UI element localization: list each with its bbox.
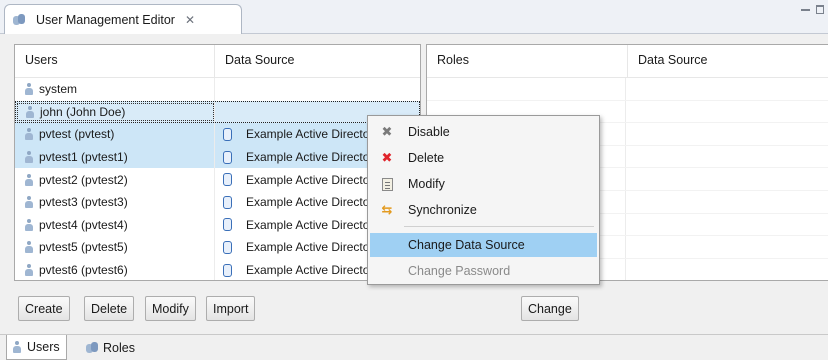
users-table-body: system john (John Doe) pvtest (pvtest) Exam…	[15, 78, 420, 280]
menu-item-label: Disable	[408, 125, 450, 139]
user-icon	[25, 128, 33, 141]
user-name: pvtest5 (pvtest5)	[39, 240, 128, 255]
editor-tab-title: User Management Editor	[36, 13, 175, 27]
modify-button[interactable]: Modify	[145, 296, 196, 321]
users-table[interactable]: Users Data Source system john (John Doe) p…	[14, 44, 421, 281]
user-name: pvtest4 (pvtest4)	[39, 217, 128, 232]
bottom-tab-bar: Users Roles	[0, 334, 828, 360]
user-name: pvtest (pvtest)	[39, 127, 115, 142]
database-icon	[223, 218, 232, 232]
user-name: pvtest1 (pvtest1)	[39, 150, 128, 165]
database-icon	[223, 173, 232, 187]
modify-icon	[381, 177, 393, 191]
table-row[interactable]: system	[15, 78, 420, 101]
context-menu: ✖ Disable ✖ Delete Modify ⇆ Synchronize …	[367, 115, 600, 285]
editor-tab-user-management[interactable]: User Management Editor ✕	[4, 4, 242, 35]
menu-item-label: Synchronize	[408, 203, 477, 217]
database-icon	[223, 195, 232, 209]
synchronize-icon: ⇆	[381, 202, 393, 217]
user-icon	[25, 83, 33, 96]
user-name: pvtest6 (pvtest6)	[39, 263, 128, 278]
menu-item-label: Modify	[408, 177, 445, 191]
tab-users-label: Users	[27, 340, 60, 354]
table-row[interactable]: pvtest6 (pvtest6) Example Active Director…	[15, 258, 420, 280]
user-data-source: Example Active Directory	[246, 127, 380, 142]
roles-icon	[86, 341, 98, 354]
user-icon	[25, 218, 33, 231]
database-icon	[223, 150, 232, 164]
menu-item-change-password: Change Password	[370, 259, 597, 283]
user-data-source: Example Active Directory	[246, 195, 380, 210]
menu-item-synchronize[interactable]: ⇆ Synchronize	[370, 198, 597, 222]
menu-item-modify[interactable]: Modify	[370, 172, 597, 196]
user-data-source: Example Active Directory	[246, 150, 380, 165]
user-data-source: Example Active Directory	[246, 263, 380, 278]
user-data-source: Example Active Directory	[246, 240, 380, 255]
user-icon	[25, 151, 33, 164]
roles-table-header: Roles Data Source	[427, 45, 828, 78]
menu-item-label: Delete	[408, 151, 445, 165]
import-button[interactable]: Import	[206, 296, 256, 321]
table-row[interactable]: pvtest4 (pvtest4) Example Active Director…	[15, 213, 420, 237]
user-data-source: Example Active Directory	[246, 217, 380, 232]
menu-item-label: Change Password	[408, 264, 511, 278]
users-column-header[interactable]: Users	[15, 45, 215, 77]
user-data-source: Example Active Directory	[246, 172, 380, 187]
user-icon	[13, 341, 21, 353]
table-row	[427, 78, 828, 101]
data-source-column-header[interactable]: Data Source	[215, 45, 420, 77]
minimize-icon[interactable]	[801, 9, 810, 11]
table-row[interactable]: pvtest5 (pvtest5) Example Active Director…	[15, 236, 420, 259]
close-icon[interactable]: ✕	[185, 13, 195, 27]
table-row[interactable]: pvtest (pvtest) Example Active Directory	[15, 123, 420, 146]
roles-data-source-column-header[interactable]: Data Source	[628, 45, 828, 77]
user-icon	[26, 105, 34, 118]
window-controls	[801, 5, 824, 14]
create-button[interactable]: Create	[18, 296, 70, 321]
user-icon	[25, 264, 33, 277]
user-name: system	[39, 82, 78, 97]
maximize-icon[interactable]	[816, 5, 824, 14]
user-name: john (John Doe)	[40, 104, 126, 119]
roles-column-header[interactable]: Roles	[427, 45, 628, 77]
user-name: pvtest3 (pvtest3)	[39, 195, 128, 210]
tab-roles[interactable]: Roles	[80, 335, 141, 360]
tab-roles-label: Roles	[103, 340, 135, 355]
database-icon	[223, 263, 232, 277]
menu-item-delete[interactable]: ✖ Delete	[370, 146, 597, 170]
tab-users[interactable]: Users	[6, 335, 67, 360]
users-table-header: Users Data Source	[15, 45, 420, 78]
editor-tab-bar: User Management Editor ✕	[0, 0, 828, 35]
user-icon	[25, 241, 33, 254]
menu-item-disable[interactable]: ✖ Disable	[370, 120, 597, 144]
change-button[interactable]: Change	[521, 296, 579, 321]
database-icon	[223, 127, 232, 141]
menu-separator	[404, 226, 594, 227]
delete-button[interactable]: Delete	[84, 296, 135, 321]
user-name: pvtest2 (pvtest2)	[39, 172, 128, 187]
menu-item-label: Change Data Source	[408, 238, 525, 252]
database-icon	[223, 240, 232, 254]
table-row[interactable]: pvtest3 (pvtest3) Example Active Director…	[15, 190, 420, 214]
menu-item-change-data-source[interactable]: Change Data Source	[370, 233, 597, 257]
user-icon	[25, 196, 33, 209]
table-row[interactable]: pvtest1 (pvtest1) Example Active Director…	[15, 145, 420, 169]
delete-icon: ✖	[381, 150, 393, 165]
table-row[interactable]: john (John Doe)	[15, 100, 420, 124]
user-management-icon	[13, 14, 25, 26]
table-row[interactable]: pvtest2 (pvtest2) Example Active Director…	[15, 168, 420, 191]
user-icon	[25, 173, 33, 186]
disable-icon: ✖	[381, 124, 393, 139]
